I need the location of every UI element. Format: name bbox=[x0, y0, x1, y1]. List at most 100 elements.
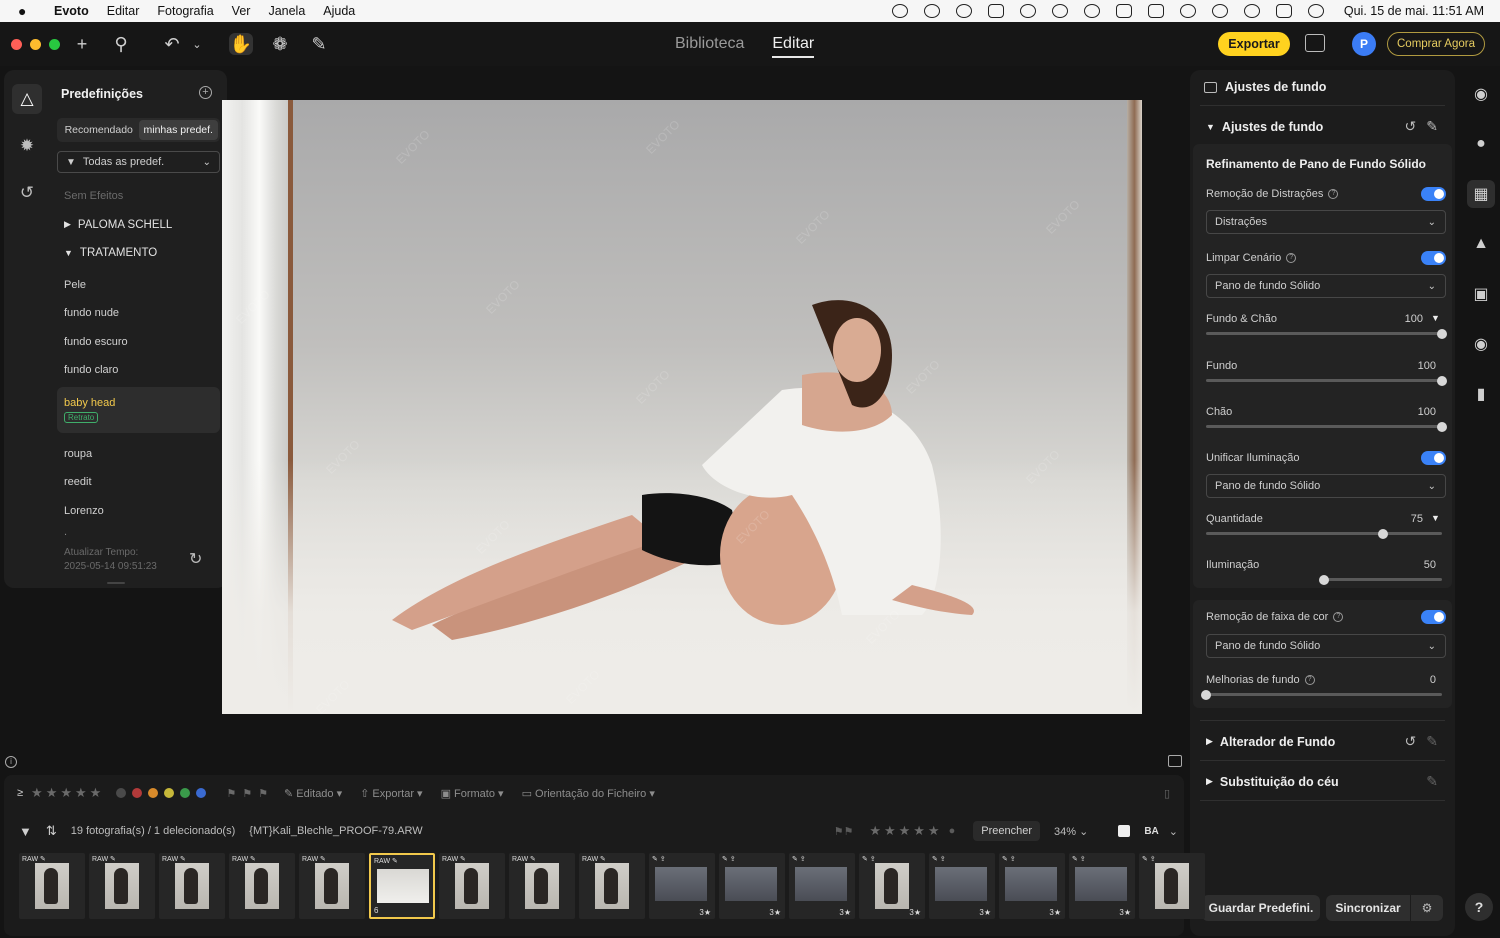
hand-tool-icon[interactable]: ✋ bbox=[229, 33, 253, 55]
bg-slider-track[interactable] bbox=[1206, 379, 1442, 382]
before-after-icon[interactable]: BA bbox=[1144, 826, 1158, 837]
effects-tool-icon[interactable]: ✹ bbox=[12, 131, 42, 161]
single-view-icon[interactable] bbox=[1118, 825, 1131, 837]
history-icon[interactable]: ↺ bbox=[12, 178, 42, 208]
thumbnail[interactable]: ✎ ⇪ bbox=[1139, 853, 1205, 919]
sync-settings-icon[interactable]: ⚙ bbox=[1411, 895, 1443, 921]
color-dot[interactable] bbox=[164, 788, 175, 798]
menu-view[interactable]: Ver bbox=[232, 4, 251, 18]
list-item[interactable]: fundo nude bbox=[57, 299, 220, 328]
menu-edit[interactable]: Editar bbox=[107, 4, 140, 18]
bg-floor-slider-handle[interactable] bbox=[1437, 329, 1447, 339]
apple-menu-icon[interactable]: ● bbox=[18, 3, 36, 19]
thumbnail[interactable]: RAW ✎ bbox=[299, 853, 365, 919]
close-window-button[interactable] bbox=[11, 39, 22, 50]
list-item[interactable]: . bbox=[57, 525, 220, 539]
section-sky-replacement[interactable]: ▶ Substituição do céu ✎ bbox=[1206, 773, 1438, 790]
thumbnail[interactable]: RAW ✎ bbox=[509, 853, 575, 919]
rating-filter[interactable]: ★★★★★ bbox=[31, 785, 104, 801]
thumbnail[interactable]: RAW ✎ bbox=[439, 853, 505, 919]
thumbnail[interactable]: ✎ ⇪ 3★ bbox=[649, 853, 715, 919]
distraction-toggle[interactable] bbox=[1421, 187, 1446, 201]
thumbnail[interactable]: RAW ✎ bbox=[229, 853, 295, 919]
zoom-window-button[interactable] bbox=[49, 39, 60, 50]
window-icon[interactable] bbox=[987, 4, 1004, 18]
menu-app[interactable]: Evoto bbox=[54, 4, 89, 18]
undo-history-chevron-icon[interactable]: ⌄ bbox=[185, 33, 209, 55]
compare-icon[interactable] bbox=[1305, 34, 1325, 52]
refresh-icon[interactable]: ↻ bbox=[189, 549, 202, 569]
format-filter[interactable]: ▣ Formato ▾ bbox=[441, 787, 504, 800]
background-icon[interactable]: ▦ bbox=[1467, 180, 1495, 208]
distraction-select[interactable]: Distrações ⌄ bbox=[1206, 210, 1446, 234]
floor-slider-handle[interactable] bbox=[1437, 422, 1447, 432]
palette-icon[interactable]: ◉ bbox=[1467, 80, 1495, 108]
help-icon[interactable]: ? bbox=[1333, 612, 1344, 622]
filter-icon[interactable]: ▼ bbox=[19, 824, 32, 839]
add-icon[interactable]: + bbox=[70, 33, 94, 55]
gamepad-icon[interactable] bbox=[955, 4, 972, 18]
preset-folder-tratamento[interactable]: ▼ TRATAMENTO bbox=[57, 239, 220, 268]
avatar[interactable]: P bbox=[1352, 32, 1376, 56]
thumbnail[interactable]: ✎ ⇪ 3★ bbox=[719, 853, 785, 919]
color-dot[interactable] bbox=[116, 788, 127, 798]
menu-window[interactable]: Janela bbox=[268, 4, 305, 18]
buy-now-button[interactable]: Comprar Agora bbox=[1387, 32, 1485, 56]
list-item[interactable]: Sem Efeitos bbox=[57, 182, 220, 211]
photo-canvas[interactable]: EVOTO EVOTO EVOTO EVOTO EVOTO EVOTO EVOT… bbox=[222, 100, 1142, 714]
help-button[interactable]: ? bbox=[1465, 893, 1493, 921]
thumbnail[interactable]: RAW ✎ bbox=[89, 853, 155, 919]
flag-icon[interactable]: ⚑⚑ bbox=[834, 825, 854, 838]
grammarly-icon[interactable] bbox=[1019, 4, 1036, 18]
color-band-select[interactable]: Pano de fundo Sólido ⌄ bbox=[1206, 634, 1446, 658]
clean-scene-select[interactable]: Pano de fundo Sólido ⌄ bbox=[1206, 274, 1446, 298]
thumbnail-selected[interactable]: RAW ✎ 6 bbox=[369, 853, 435, 919]
tab-library[interactable]: Biblioteca bbox=[675, 35, 744, 58]
bg-improve-slider-track[interactable] bbox=[1206, 693, 1442, 696]
segment-recommended[interactable]: Recomendado bbox=[59, 120, 139, 140]
preset-selected-baby-head[interactable]: baby head Retrato bbox=[57, 386, 220, 433]
sync-status-icon[interactable] bbox=[923, 4, 940, 18]
siri-icon[interactable] bbox=[1307, 4, 1324, 18]
edit-icon[interactable]: ✎ bbox=[1426, 733, 1438, 750]
flag-icon[interactable]: ⚑ bbox=[226, 787, 236, 800]
sync-button[interactable]: Sincronizar bbox=[1326, 895, 1410, 921]
orientation-filter[interactable]: ▭ Orientação do Ficheiro ▾ bbox=[522, 787, 655, 800]
rating-selector[interactable]: ★★★★★ bbox=[869, 823, 942, 839]
expand-caret-icon[interactable]: ▼ bbox=[1431, 513, 1440, 523]
trash-icon[interactable]: ▯ bbox=[1164, 787, 1170, 800]
bg-slider-handle[interactable] bbox=[1437, 376, 1447, 386]
thumbnail[interactable]: RAW ✎ bbox=[579, 853, 645, 919]
thumbnail[interactable]: ✎ ⇪ 3★ bbox=[999, 853, 1065, 919]
help-icon[interactable]: ? bbox=[1328, 189, 1339, 199]
menubar-clock[interactable]: Qui. 15 de mai. 11:51 AM bbox=[1344, 4, 1484, 18]
list-item[interactable]: roupa bbox=[57, 440, 220, 469]
floor-slider-track[interactable] bbox=[1206, 425, 1442, 428]
control-center-icon[interactable] bbox=[1275, 4, 1292, 18]
thumbnail[interactable]: ✎ ⇪ 3★ bbox=[1069, 853, 1135, 919]
thumbnail[interactable]: ✎ ⇪ 3★ bbox=[929, 853, 995, 919]
folder-icon[interactable]: ▮ bbox=[1467, 380, 1495, 408]
list-item[interactable]: fundo escuro bbox=[57, 328, 220, 357]
edit-icon[interactable]: ✎ bbox=[1426, 118, 1438, 135]
help-icon[interactable]: ? bbox=[1304, 675, 1315, 685]
color-dot[interactable] bbox=[196, 788, 207, 798]
quantity-slider-track[interactable] bbox=[1206, 532, 1442, 535]
thumbnail[interactable]: ✎ ⇪ 3★ bbox=[859, 853, 925, 919]
save-preset-button[interactable]: Guardar Predefini. bbox=[1202, 895, 1320, 921]
bandage-tool-icon[interactable]: ✎ bbox=[307, 33, 331, 55]
color-label-filter[interactable] bbox=[116, 788, 212, 798]
spotlight-icon[interactable] bbox=[1243, 4, 1260, 18]
expand-caret-icon[interactable]: ▼ bbox=[1431, 313, 1440, 323]
reset-icon[interactable]: ↺ bbox=[1405, 733, 1417, 750]
preset-folder-paloma[interactable]: ▶ PALOMA SCHELL bbox=[57, 211, 220, 240]
quantity-slider-handle[interactable] bbox=[1378, 529, 1388, 539]
menu-photo[interactable]: Fotografia bbox=[157, 4, 213, 18]
bluetooth-icon[interactable] bbox=[1115, 4, 1132, 18]
list-item[interactable]: Lorenzo bbox=[57, 497, 220, 526]
reset-icon[interactable]: ↺ bbox=[1405, 118, 1417, 135]
airdrop-icon[interactable] bbox=[1051, 4, 1068, 18]
help-icon[interactable]: ? bbox=[1286, 253, 1297, 263]
add-preset-icon[interactable]: + bbox=[199, 86, 212, 99]
flag-icon[interactable]: ⚑ bbox=[242, 787, 252, 800]
